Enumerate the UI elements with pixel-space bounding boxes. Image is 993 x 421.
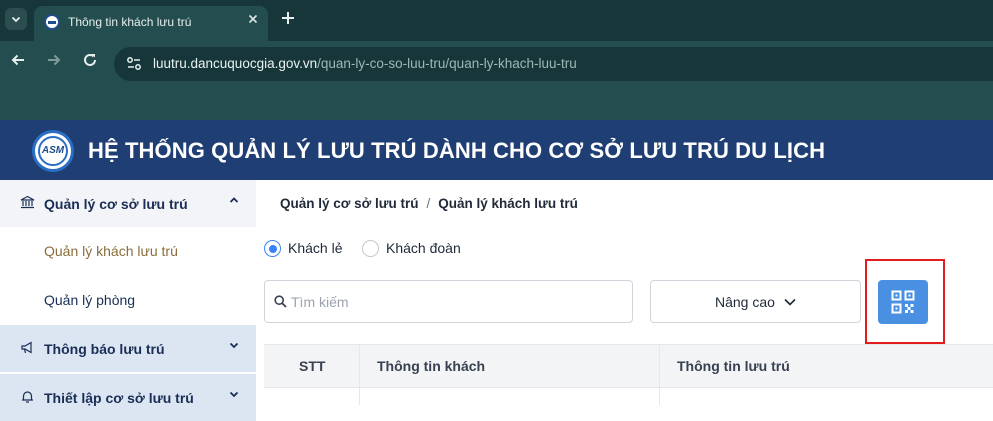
search-box[interactable] [264, 280, 633, 323]
url-path: /quan-ly-co-so-luu-tru/quan-ly-khach-luu… [317, 56, 577, 71]
back-button[interactable] [7, 52, 29, 74]
tab-close-button[interactable] [245, 13, 261, 29]
sidebar-item-accommodation-setup[interactable]: Thiết lập cơ sở lưu trú [0, 374, 256, 421]
breadcrumb-separator: / [426, 196, 431, 211]
column-divider [359, 388, 360, 405]
plus-icon [282, 12, 294, 24]
bank-icon [19, 195, 36, 212]
radio-label-individual: Khách lẻ [288, 240, 343, 256]
reload-button[interactable] [79, 52, 101, 74]
qr-scan-button[interactable] [878, 280, 928, 324]
chevron-down-icon [784, 298, 796, 306]
address-bar[interactable]: luutru.dancuquocgia.gov.vn/quan-ly-co-so… [114, 47, 993, 81]
breadcrumb-parent-link[interactable]: Quản lý cơ sở lưu trú [280, 196, 419, 211]
browser-tab-strip: Thông tin khách lưu trú [0, 0, 993, 41]
back-arrow-icon [11, 54, 24, 66]
sidebar-item-accommodation-management[interactable]: Quản lý cơ sở lưu trú [0, 180, 256, 227]
url-host: luutru.dancuquocgia.gov.vn [153, 56, 318, 71]
column-divider [359, 345, 360, 389]
chevron-down-icon [226, 388, 242, 404]
bell-icon [19, 389, 36, 406]
forward-button[interactable] [43, 52, 65, 74]
sidebar-item-label: Quản lý cơ sở lưu trú [44, 196, 188, 212]
tab-search-button[interactable] [5, 8, 27, 30]
site-favicon [44, 14, 60, 30]
forward-arrow-icon [48, 54, 61, 66]
sidebar-item-stay-notification[interactable]: Thông báo lưu trú [0, 325, 256, 372]
site-settings-icon[interactable] [125, 55, 143, 73]
tab-title: Thông tin khách lưu trú [68, 15, 192, 29]
advanced-search-button[interactable]: Nâng cao [650, 280, 861, 323]
column-header-stt[interactable]: STT [299, 358, 325, 374]
sidebar-item-label: Quản lý phòng [44, 292, 136, 308]
reload-icon [84, 53, 96, 66]
browser-toolbar: luutru.dancuquocgia.gov.vn/quan-ly-co-so… [0, 41, 993, 87]
browser-chrome-area [0, 87, 993, 120]
search-icon [274, 295, 287, 308]
guest-table-header: STT Thông tin khách Thông tin lưu trú [264, 344, 993, 389]
radio-unselected-indicator[interactable] [362, 240, 379, 257]
sidebar-item-room-management[interactable]: Quản lý phòng [0, 276, 256, 323]
chevron-down-icon [226, 339, 242, 355]
breadcrumb: Quản lý cơ sở lưu trú / Quản lý khách lưu … [280, 196, 578, 211]
advanced-search-label: Nâng cao [715, 294, 775, 310]
table-row[interactable] [264, 388, 993, 405]
column-divider [659, 345, 660, 389]
sidebar-item-label: Quản lý khách lưu trú [44, 243, 178, 259]
column-header-stay-info[interactable]: Thông tin lưu trú [677, 358, 790, 374]
new-tab-button[interactable] [278, 9, 298, 29]
logo-text: ASM [41, 145, 65, 156]
site-title: HỆ THỐNG QUẢN LÝ LƯU TRÚ DÀNH CHO CƠ SỞ … [88, 138, 826, 163]
column-divider [659, 388, 660, 405]
sidebar-item-label: Thiết lập cơ sở lưu trú [44, 390, 194, 406]
chevron-up-icon [226, 194, 242, 210]
radio-label-group: Khách đoàn [386, 240, 461, 256]
sidebar-item-label: Thông báo lưu trú [44, 341, 165, 357]
url-text[interactable]: luutru.dancuquocgia.gov.vn/quan-ly-co-so… [153, 56, 577, 71]
megaphone-icon [19, 340, 36, 357]
sidebar: Quản lý cơ sở lưu trú Quản lý khách lưu … [0, 180, 256, 421]
browser-tab-active[interactable]: Thông tin khách lưu trú [34, 6, 268, 41]
column-header-guest-info[interactable]: Thông tin khách [377, 358, 485, 374]
search-input[interactable] [291, 291, 621, 313]
radio-selected-indicator[interactable] [264, 240, 281, 257]
chevron-down-icon [11, 16, 21, 23]
site-logo[interactable]: ASM [32, 130, 74, 172]
qr-code-icon [891, 290, 915, 314]
breadcrumb-current: Quản lý khách lưu trú [438, 196, 578, 211]
sidebar-item-guest-management[interactable]: Quản lý khách lưu trú [0, 227, 256, 274]
close-icon [248, 14, 258, 24]
